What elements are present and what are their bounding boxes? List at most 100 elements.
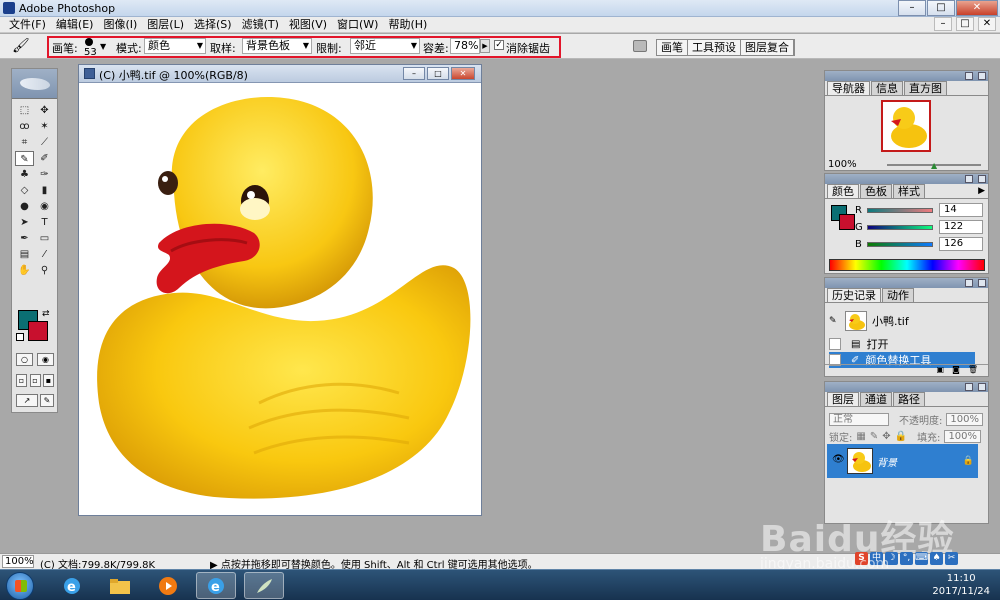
standard-mode-icon[interactable]: ○ bbox=[16, 353, 33, 366]
antialias-checkbox[interactable]: ✓ bbox=[494, 40, 504, 50]
full-screen-icon[interactable]: ▪ bbox=[43, 374, 54, 387]
eraser-tool-icon[interactable]: ◇ bbox=[15, 183, 34, 198]
color-panel-background-swatch[interactable] bbox=[839, 214, 855, 230]
move-tool-icon[interactable]: ✥ bbox=[35, 103, 54, 118]
tab-channels[interactable]: 通道 bbox=[860, 392, 892, 406]
ime-keyboard-icon[interactable]: ⌨ bbox=[915, 552, 928, 565]
tolerance-input[interactable]: 78% bbox=[450, 38, 480, 54]
tab-paths[interactable]: 路径 bbox=[893, 392, 925, 406]
taskbar-media-player-icon[interactable] bbox=[148, 572, 188, 599]
tab-history[interactable]: 历史记录 bbox=[827, 288, 881, 302]
minimize-button[interactable]: – bbox=[898, 0, 926, 16]
panel-close-icon[interactable] bbox=[978, 175, 986, 183]
standard-screen-icon[interactable]: ▫ bbox=[16, 374, 27, 387]
document-maximize-button[interactable]: □ bbox=[427, 67, 449, 80]
blend-mode-select[interactable]: 正常 bbox=[829, 412, 889, 426]
panel-close-icon[interactable] bbox=[978, 72, 986, 80]
document-minimize-button[interactable]: – bbox=[403, 67, 425, 80]
menu-file[interactable]: 文件(F) bbox=[4, 17, 51, 32]
start-button[interactable] bbox=[6, 572, 34, 600]
opacity-input[interactable]: 100% bbox=[946, 412, 983, 426]
palette-tab-tool-presets[interactable]: 工具预设 bbox=[688, 40, 741, 55]
blue-value-input[interactable]: 126 bbox=[939, 237, 983, 251]
close-button[interactable]: ✕ bbox=[956, 0, 998, 16]
doc-close-button[interactable]: ✕ bbox=[978, 17, 996, 31]
image-canvas[interactable] bbox=[79, 83, 481, 515]
menu-image[interactable]: 图像(I) bbox=[98, 17, 142, 32]
red-value-input[interactable]: 14 bbox=[939, 203, 983, 217]
layer-row-background[interactable]: 👁 背景 🔒 bbox=[827, 444, 978, 478]
palette-tab-layer-comps[interactable]: 图层复合 bbox=[741, 40, 794, 55]
maximize-button[interactable]: □ bbox=[927, 0, 955, 16]
panel-minimize-icon[interactable] bbox=[965, 383, 973, 391]
slice-tool-icon[interactable]: ⟋ bbox=[35, 135, 54, 150]
taskbar-ie-active-icon[interactable]: e bbox=[196, 572, 236, 599]
palette-tab-brushes[interactable]: 画笔 bbox=[657, 40, 688, 55]
menu-help[interactable]: 帮助(H) bbox=[383, 17, 432, 32]
dodge-tool-icon[interactable]: ◉ bbox=[35, 199, 54, 214]
jump-to-imageready-icon[interactable]: ↗ bbox=[16, 394, 38, 407]
new-document-from-state-icon[interactable]: ▣ bbox=[937, 365, 945, 376]
magic-wand-tool-icon[interactable]: ✶ bbox=[35, 119, 54, 134]
lock-transparency-icon[interactable]: ▦ bbox=[856, 431, 865, 442]
tool-preset-picker-icon[interactable]: 🖌 bbox=[12, 38, 30, 54]
fill-input[interactable]: 100% bbox=[944, 429, 982, 443]
printer-icon[interactable] bbox=[633, 40, 647, 52]
trash-icon[interactable]: 🗑 bbox=[968, 365, 978, 376]
menu-edit[interactable]: 编辑(E) bbox=[51, 17, 99, 32]
blue-slider[interactable] bbox=[867, 241, 933, 247]
swap-colors-icon[interactable]: ⇄ bbox=[42, 309, 50, 319]
taskbar-photoshop-icon[interactable] bbox=[244, 572, 284, 599]
panel-menu-icon[interactable]: ▶ bbox=[978, 186, 985, 196]
color-spectrum-bar[interactable] bbox=[829, 259, 985, 271]
menu-layer[interactable]: 图层(L) bbox=[142, 17, 189, 32]
history-source-checkbox[interactable] bbox=[829, 338, 841, 350]
panel-minimize-icon[interactable] bbox=[965, 175, 973, 183]
zoom-tool-icon[interactable]: ⚲ bbox=[35, 263, 54, 278]
ime-tools-icon[interactable]: ✂ bbox=[945, 552, 958, 565]
lock-image-icon[interactable]: ✎ bbox=[870, 431, 878, 442]
history-brush-source-icon[interactable]: ✎ bbox=[829, 316, 845, 326]
tab-swatches[interactable]: 色板 bbox=[860, 184, 892, 198]
limits-select[interactable]: 邻近 ▼ bbox=[350, 38, 420, 54]
history-state-open[interactable]: ▤ 打开 bbox=[829, 336, 888, 352]
taskbar-ie-icon[interactable]: e bbox=[52, 572, 92, 599]
full-screen-menu-icon[interactable]: ▫ bbox=[29, 374, 41, 387]
brush-preview-icon[interactable] bbox=[85, 38, 93, 46]
color-replacement-tool-icon[interactable]: ✎ bbox=[15, 151, 34, 166]
tab-layers[interactable]: 图层 bbox=[827, 392, 859, 406]
gradient-tool-icon[interactable]: ▮ bbox=[35, 183, 54, 198]
panel-title-bar[interactable] bbox=[825, 174, 988, 184]
taskbar-explorer-icon[interactable] bbox=[100, 572, 140, 599]
brush-tool-icon[interactable]: ✐ bbox=[35, 151, 54, 166]
tab-actions[interactable]: 动作 bbox=[882, 288, 914, 302]
green-value-input[interactable]: 122 bbox=[939, 220, 983, 234]
panel-close-icon[interactable] bbox=[978, 279, 986, 287]
sampling-select[interactable]: 背景色板 ▼ bbox=[242, 38, 312, 54]
tab-color[interactable]: 颜色 bbox=[827, 184, 859, 198]
brush-dropdown-icon[interactable]: ▼ bbox=[100, 42, 106, 51]
background-color-swatch[interactable] bbox=[28, 321, 48, 341]
type-tool-icon[interactable]: T bbox=[35, 215, 54, 230]
status-zoom-input[interactable]: 100% bbox=[2, 555, 34, 568]
panel-title-bar[interactable] bbox=[825, 278, 988, 288]
notes-tool-icon[interactable]: ▤ bbox=[15, 247, 34, 262]
document-title-bar[interactable]: (C) 小鸭.tif @ 100%(RGB/8) – □ ✕ bbox=[79, 65, 481, 83]
menu-select[interactable]: 选择(S) bbox=[189, 17, 237, 32]
tolerance-slider-button[interactable]: ▶ bbox=[480, 39, 490, 53]
pen-tool-icon[interactable]: ✒ bbox=[15, 231, 34, 246]
slider-handle-icon[interactable]: ▲ bbox=[931, 161, 937, 170]
tab-info[interactable]: 信息 bbox=[871, 81, 903, 95]
hand-tool-icon[interactable]: ✋ bbox=[15, 263, 34, 278]
menu-view[interactable]: 视图(V) bbox=[284, 17, 332, 32]
tab-histogram[interactable]: 直方图 bbox=[904, 81, 947, 95]
lock-position-icon[interactable]: ✥ bbox=[882, 431, 890, 442]
navigator-zoom-slider[interactable]: ▲ bbox=[887, 161, 981, 170]
system-clock[interactable]: 11:10 2017/11/24 bbox=[932, 572, 990, 598]
new-snapshot-icon[interactable]: ◙ bbox=[952, 365, 960, 376]
doc-minimize-button[interactable]: – bbox=[934, 17, 952, 31]
panel-minimize-icon[interactable] bbox=[965, 279, 973, 287]
shape-tool-icon[interactable]: ▭ bbox=[35, 231, 54, 246]
quick-mask-icon[interactable]: ◉ bbox=[37, 353, 54, 366]
clone-stamp-tool-icon[interactable]: ♣ bbox=[15, 167, 34, 182]
